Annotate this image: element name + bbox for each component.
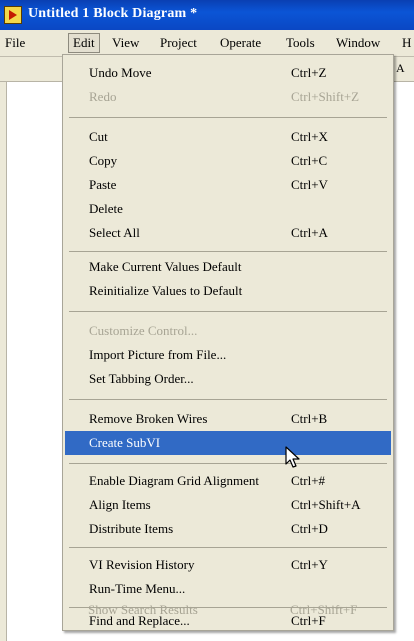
- menu-item-shortcut: Ctrl+Z: [291, 65, 327, 80]
- menu-file[interactable]: File: [5, 35, 25, 51]
- menu-item-label: Enable Diagram Grid Alignment: [89, 473, 260, 488]
- menu-item-make-current-values-default[interactable]: Make Current Values Default: [65, 255, 391, 279]
- menu-item-shortcut: Ctrl+A: [291, 225, 328, 240]
- window-title: Untitled 1 Block Diagram *: [28, 6, 198, 21]
- menu-item-label: Redo: [89, 89, 117, 104]
- menu-item-shortcut: Ctrl+B: [291, 411, 328, 426]
- mouse-pointer-icon: [285, 446, 300, 468]
- menu-edit[interactable]: Edit: [68, 33, 100, 53]
- menu-item-reinitialize-values[interactable]: Reinitialize Values to Default: [65, 279, 391, 303]
- menu-item-paste[interactable]: Paste Ctrl+V: [65, 173, 391, 197]
- menu-item-customize-control[interactable]: Customize Control...: [65, 319, 391, 343]
- menu-item-label: Customize Control...: [89, 323, 198, 338]
- menu-item-label: Paste: [89, 177, 117, 192]
- menu-separator: [69, 463, 387, 464]
- menu-item-enable-grid-alignment[interactable]: Enable Diagram Grid Alignment Ctrl+#: [65, 469, 391, 493]
- menu-item-shortcut: Ctrl+X: [291, 129, 328, 144]
- menu-separator: [69, 547, 387, 548]
- menu-item-label: Import Picture from File...: [89, 347, 227, 362]
- menu-item-label: Undo Move: [89, 65, 152, 80]
- menu-item-label: Delete: [89, 201, 123, 216]
- window-left-edge: [0, 82, 7, 641]
- menu-item-shortcut: Ctrl+Shift+Z: [291, 89, 360, 104]
- menu-item-label: Make Current Values Default: [89, 259, 242, 274]
- menu-item-vi-revision-history[interactable]: VI Revision History Ctrl+Y: [65, 553, 391, 577]
- menu-help[interactable]: H: [402, 35, 411, 51]
- menu-item-align-items[interactable]: Align Items Ctrl+Shift+A: [65, 493, 391, 517]
- menu-item-shortcut: Ctrl+#: [291, 473, 326, 488]
- menu-item-redo[interactable]: Redo Ctrl+Shift+Z: [65, 85, 391, 109]
- menu-item-label: Select All: [89, 225, 140, 240]
- menu-separator: [69, 117, 387, 118]
- menu-item-shortcut: Ctrl+D: [291, 521, 328, 536]
- labview-app-icon[interactable]: [4, 6, 22, 24]
- menu-item-shortcut: Ctrl+Y: [291, 557, 328, 572]
- menu-item-label: Run-Time Menu...: [89, 581, 186, 596]
- menu-item-shortcut: Ctrl+Shift+A: [291, 497, 361, 512]
- menu-separator: [69, 399, 387, 400]
- menu-tools[interactable]: Tools: [286, 35, 315, 51]
- menu-item-run-time-menu[interactable]: Run-Time Menu...: [65, 577, 391, 601]
- menu-item-label: Set Tabbing Order...: [89, 371, 194, 386]
- toolbar-text-fragment[interactable]: A: [396, 61, 405, 76]
- menu-item-set-tabbing-order[interactable]: Set Tabbing Order...: [65, 367, 391, 391]
- menu-window[interactable]: Window: [336, 35, 380, 51]
- menu-item-select-all[interactable]: Select All Ctrl+A: [65, 221, 391, 245]
- menu-item-copy[interactable]: Copy Ctrl+C: [65, 149, 391, 173]
- menu-separator: [69, 607, 387, 608]
- menu-item-label: Distribute Items: [89, 521, 174, 536]
- menu-item-label: VI Revision History: [89, 557, 195, 572]
- menu-item-label: Reinitialize Values to Default: [89, 283, 243, 298]
- menu-item-shortcut: Ctrl+F: [291, 613, 326, 628]
- menu-item-label: Align Items: [89, 497, 151, 512]
- menu-item-label: Remove Broken Wires: [89, 411, 208, 426]
- menu-item-shortcut: Ctrl+C: [291, 153, 328, 168]
- menu-project[interactable]: Project: [160, 35, 197, 51]
- menu-bar: File Edit View Project Operate Tools Win…: [0, 30, 414, 57]
- menu-item-undo-move[interactable]: Undo Move Ctrl+Z: [65, 61, 391, 85]
- menu-item-shortcut: Ctrl+V: [291, 177, 328, 192]
- menu-item-label: Cut: [89, 129, 108, 144]
- menu-item-delete[interactable]: Delete: [65, 197, 391, 221]
- menu-item-find-and-replace[interactable]: Find and Replace... Ctrl+F: [65, 613, 391, 631]
- menu-item-distribute-items[interactable]: Distribute Items Ctrl+D: [65, 517, 391, 541]
- menu-item-create-subvi[interactable]: Create SubVI: [65, 431, 391, 455]
- edit-menu-dropdown: Undo Move Ctrl+Z Redo Ctrl+Shift+Z Cut C…: [62, 54, 394, 631]
- menu-item-label: Copy: [89, 153, 118, 168]
- menu-separator: [69, 251, 387, 252]
- menu-separator: [69, 311, 387, 312]
- menu-item-import-picture[interactable]: Import Picture from File...: [65, 343, 391, 367]
- menu-item-remove-broken-wires[interactable]: Remove Broken Wires Ctrl+B: [65, 407, 391, 431]
- menu-view[interactable]: View: [112, 35, 139, 51]
- menu-item-cut[interactable]: Cut Ctrl+X: [65, 125, 391, 149]
- menu-operate[interactable]: Operate: [220, 35, 261, 51]
- title-bar[interactable]: Untitled 1 Block Diagram *: [0, 0, 414, 30]
- menu-item-label: Create SubVI: [89, 435, 161, 450]
- menu-item-label: Find and Replace...: [89, 613, 190, 628]
